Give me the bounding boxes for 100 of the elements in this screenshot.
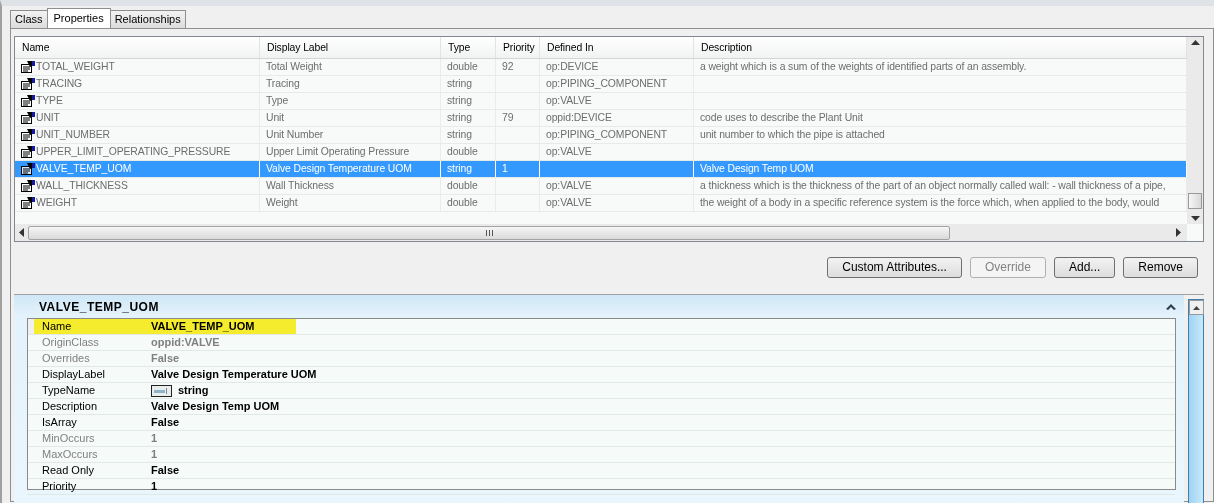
table-cell: code uses to describe the Plant Unit xyxy=(700,112,863,123)
grip-icon xyxy=(485,229,493,236)
scroll-up-icon[interactable] xyxy=(1192,305,1200,310)
property-value: string xyxy=(178,383,209,398)
property-label: OriginClass xyxy=(41,335,100,350)
grid-row[interactable]: TRACING Tracing string op:PIPING_COMPONENT xyxy=(15,76,1187,93)
column-header[interactable]: Defined In xyxy=(540,37,694,58)
property-label: TypeName xyxy=(41,383,97,398)
horizontal-scrollbar[interactable] xyxy=(15,224,1187,241)
property-label: MinOccurs xyxy=(41,431,96,446)
table-cell-text: WEIGHT xyxy=(36,196,77,210)
table-cell: string xyxy=(447,95,472,106)
property-icon xyxy=(21,146,35,158)
table-cell: double xyxy=(447,197,478,208)
tab[interactable]: Properties xyxy=(46,8,111,28)
table-cell: 1 xyxy=(502,163,508,174)
table-cell: op:PIPING_COMPONENT xyxy=(546,78,668,89)
property-label: Name xyxy=(41,319,73,334)
column-header[interactable]: Name xyxy=(15,37,260,58)
property-value: False xyxy=(151,415,180,430)
table-cell-text: UNIT xyxy=(36,111,60,125)
column-header[interactable]: Priority xyxy=(496,37,540,58)
table-cell: 79 xyxy=(502,112,514,123)
table-cell: Upper Limit Operating Pressure xyxy=(266,146,410,157)
table-cell-text: VALVE_TEMP_UOM xyxy=(36,162,132,176)
table-cell-text: TYPE xyxy=(36,94,63,108)
property-value: 1 xyxy=(151,447,158,462)
button[interactable]: Add... xyxy=(1053,257,1116,278)
button[interactable]: Custom Attributes... xyxy=(827,257,962,278)
scroll-thumb[interactable] xyxy=(1188,193,1202,209)
property-label: Read Only xyxy=(41,463,95,478)
property-label: IsArray xyxy=(41,415,78,430)
column-header[interactable]: Type xyxy=(441,37,496,58)
property-icon xyxy=(21,180,35,192)
grid-row[interactable]: TYPE Type string op:VALVE xyxy=(15,93,1187,110)
table-cell: double xyxy=(447,61,478,72)
scroll-left-icon[interactable] xyxy=(19,228,24,237)
table-cell: double xyxy=(447,180,478,191)
property-label: MaxOccurs xyxy=(41,447,99,462)
table-cell: string xyxy=(447,78,472,89)
scroll-up-icon[interactable] xyxy=(1190,40,1200,45)
property-label: Overrides xyxy=(41,351,91,366)
property-value: VALVE_TEMP_UOM xyxy=(151,319,255,334)
scroll-right-icon[interactable] xyxy=(1176,228,1181,237)
property-icon xyxy=(21,61,35,73)
scroll-thumb[interactable] xyxy=(28,225,950,240)
property-label: DisplayLabel xyxy=(41,367,106,382)
table-cell: string xyxy=(447,163,472,174)
table-cell: Unit Number xyxy=(266,129,324,140)
property-icon xyxy=(21,129,35,141)
property-icon xyxy=(21,163,35,175)
table-cell: string xyxy=(447,129,472,140)
table-cell: Total Weight xyxy=(266,61,322,72)
table-cell: Tracing xyxy=(266,78,300,89)
table-cell: op:VALVE xyxy=(546,180,592,191)
tab[interactable]: Class xyxy=(10,10,48,28)
table-cell: Unit xyxy=(266,112,285,123)
table-cell: unit number to which the pipe is attached xyxy=(700,129,885,140)
grid-row[interactable]: TOTAL_WEIGHT Total Weight double 92 op:DEVICE a weight which is a sum of the weights of identified parts of an assembly. xyxy=(15,59,1187,76)
table-cell: Valve Design Temp UOM xyxy=(700,163,814,174)
table-cell: op:VALVE xyxy=(546,197,592,208)
table-cell: double xyxy=(447,146,478,157)
table-cell: Wall Thickness xyxy=(266,180,334,191)
table-cell: 92 xyxy=(502,61,514,72)
table-cell-text: TRACING xyxy=(36,77,83,91)
property-icon xyxy=(21,112,35,124)
property-value: False xyxy=(151,351,180,366)
property-icon xyxy=(21,95,35,107)
property-value: 1 xyxy=(151,431,158,446)
table-cell: op:VALVE xyxy=(546,146,592,157)
table-cell: a thickness which is the thickness of the part of an object normally called wall: - wall thickness of a pipe, xyxy=(700,180,1166,191)
scroll-down-icon[interactable] xyxy=(1190,216,1200,221)
column-header[interactable]: Display Label xyxy=(260,37,441,58)
table-cell-text: UNIT_NUMBER xyxy=(36,128,110,142)
grid-row[interactable]: WALL_THICKNESS Wall Thickness double op:VALVE a thickness which is the thickness of the part of an object normally called wall: - wall thickness of a pipe, xyxy=(15,178,1187,195)
property-value: False xyxy=(151,463,180,478)
property-value: Valve Design Temp UOM xyxy=(151,399,280,414)
tab[interactable]: Relationships xyxy=(109,10,186,28)
vertical-scrollbar[interactable] xyxy=(1187,37,1203,224)
table-cell-text: TOTAL_WEIGHT xyxy=(36,60,115,74)
table-cell: Weight xyxy=(266,197,298,208)
panel-title: VALVE_TEMP_UOM xyxy=(39,298,159,316)
button[interactable]: Remove xyxy=(1123,257,1198,278)
grid-row[interactable]: UNIT_NUMBER Unit Number string op:PIPING_COMPONENT unit number to which the pipe is attached xyxy=(15,127,1187,144)
table-cell: Type xyxy=(266,95,289,106)
property-label: Priority xyxy=(41,479,78,494)
table-cell: a weight which is a sum of the weights of identified parts of an assembly. xyxy=(700,61,1027,72)
table-cell: oppid:DEVICE xyxy=(546,112,612,123)
table-cell: string xyxy=(447,112,472,123)
table-cell: the weight of a body in a specific reference system is the force which, when applied to the body, would xyxy=(700,197,1160,208)
property-icon xyxy=(21,197,35,209)
grid-row[interactable]: WEIGHT Weight double op:VALVE the weight of a body in a specific reference system is the force which, when applied to the body, would xyxy=(15,195,1187,212)
property-icon xyxy=(21,78,35,90)
property-value: oppid:VALVE xyxy=(151,335,220,350)
vertical-scrollbar[interactable] xyxy=(1188,299,1204,503)
table-cell: Valve Design Temperature UOM xyxy=(266,163,412,174)
grid-row[interactable]: UNIT Unit string 79 oppid:DEVICE code uses to describe the Plant Unit xyxy=(15,110,1187,127)
table-cell: op:PIPING_COMPONENT xyxy=(546,129,668,140)
table-cell: op:DEVICE xyxy=(546,61,599,72)
collapse-icon[interactable] xyxy=(1166,303,1176,310)
